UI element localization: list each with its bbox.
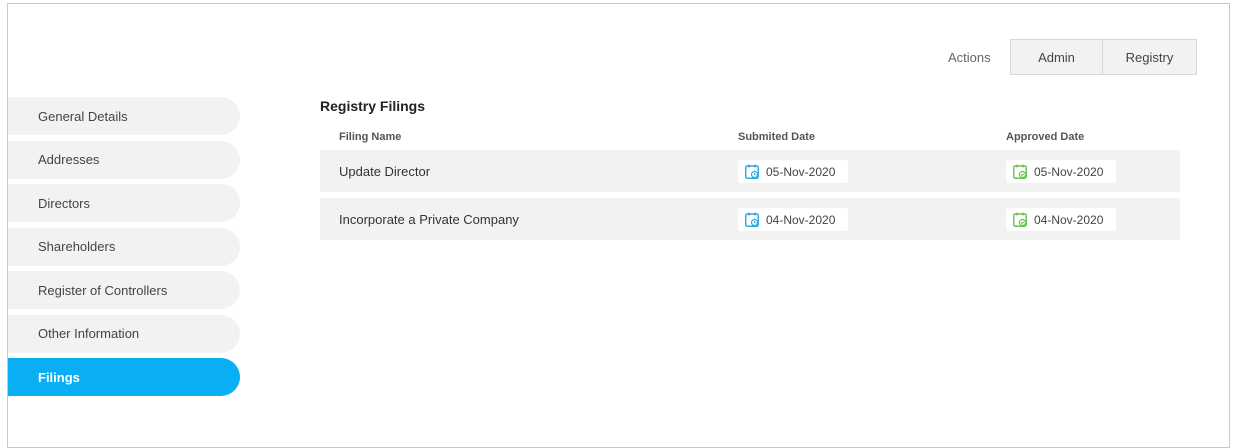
table-row[interactable]: Update Director 05-Nov-2020 05-Nov-2020 (320, 150, 1180, 192)
table-row[interactable]: Incorporate a Private Company 04-Nov-202… (320, 198, 1180, 240)
approved-date-chip: 05-Nov-2020 (1006, 160, 1116, 183)
section-title: Registry Filings (320, 98, 426, 114)
approved-date: 04-Nov-2020 (1034, 212, 1104, 227)
calendar-check-icon (1013, 164, 1027, 179)
column-header-submitted-date: Submited Date (738, 131, 816, 143)
actions-button-group: Admin Registry (1010, 39, 1197, 75)
calendar-clock-icon (745, 164, 759, 179)
actions-label: Actions (948, 50, 991, 65)
filings-table: Update Director 05-Nov-2020 05-Nov-2020 (320, 150, 1180, 246)
sidebar-item-register-of-controllers[interactable]: Register of Controllers (8, 271, 240, 309)
sidebar-item-shareholders[interactable]: Shareholders (8, 227, 240, 266)
sidebar-nav: General Details Addresses Directors Shar… (8, 97, 240, 402)
sidebar-item-filings[interactable]: Filings (8, 358, 240, 396)
submitted-date-chip: 05-Nov-2020 (738, 160, 848, 183)
sidebar-item-general-details[interactable]: General Details (8, 97, 240, 135)
submitted-date: 05-Nov-2020 (766, 164, 836, 179)
sidebar-item-addresses[interactable]: Addresses (8, 140, 240, 179)
sidebar-item-directors[interactable]: Directors (8, 184, 240, 222)
calendar-check-icon (1013, 212, 1027, 227)
admin-button[interactable]: Admin (1011, 40, 1103, 74)
submitted-date-chip: 04-Nov-2020 (738, 208, 848, 231)
filing-name: Update Director (339, 163, 431, 179)
sidebar-item-other-information[interactable]: Other Information (8, 314, 240, 353)
approved-date: 05-Nov-2020 (1034, 164, 1104, 179)
registry-button[interactable]: Registry (1103, 40, 1196, 74)
submitted-date: 04-Nov-2020 (766, 212, 836, 227)
approved-date-chip: 04-Nov-2020 (1006, 208, 1116, 231)
calendar-clock-icon (745, 212, 759, 227)
column-header-approved-date: Approved Date (1006, 131, 1085, 143)
filing-name: Incorporate a Private Company (339, 211, 519, 227)
column-header-filing-name: Filing Name (339, 131, 402, 143)
